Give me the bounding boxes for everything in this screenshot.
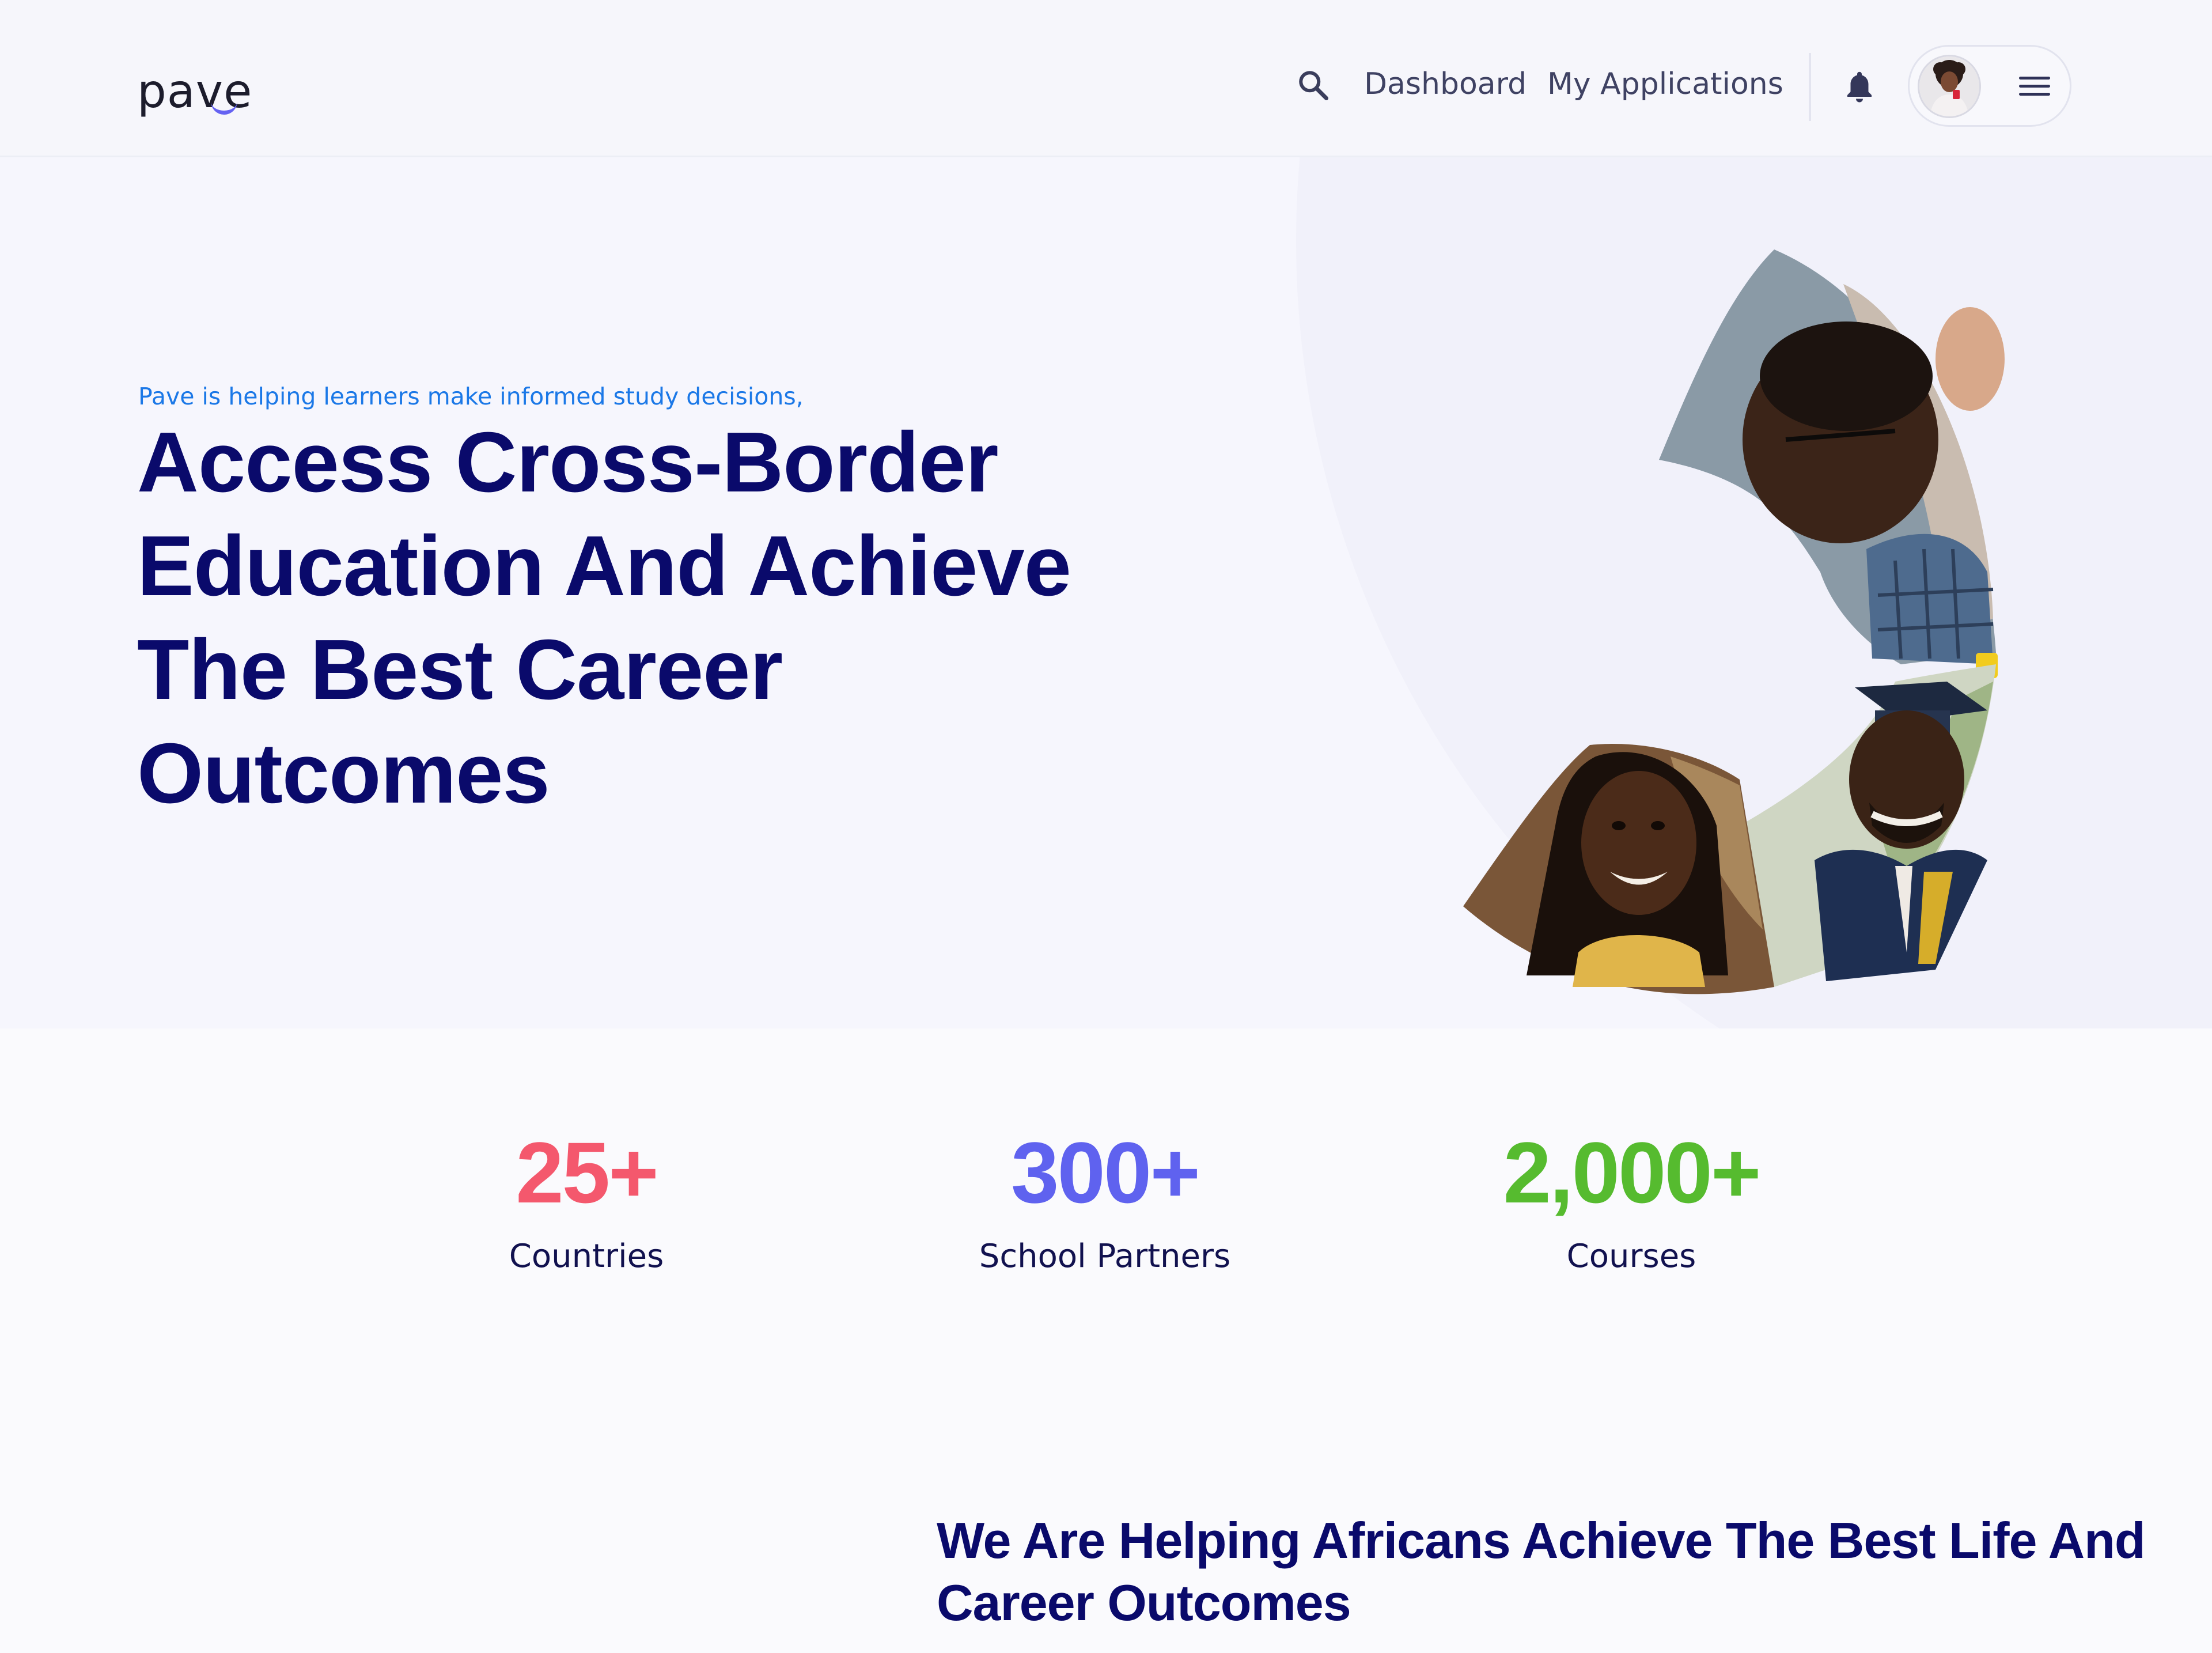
hero-photo-collage bbox=[1463, 249, 2005, 994]
nav-my-applications-link[interactable]: My Applications bbox=[1547, 67, 1783, 101]
graduate-photo bbox=[1740, 664, 1996, 987]
stat-label: School Partners bbox=[979, 1238, 1231, 1275]
stat-courses: 2,000+ Courses bbox=[1430, 1118, 1833, 1275]
students-photo bbox=[1659, 249, 2005, 678]
account-menu[interactable] bbox=[1908, 45, 2071, 127]
nav-divider bbox=[1809, 53, 1811, 121]
student-portrait-photo bbox=[1463, 744, 1774, 994]
hamburger-menu-icon[interactable] bbox=[2017, 70, 2052, 102]
stat-countries: 25+ Countries bbox=[385, 1118, 788, 1275]
section-title: We Are Helping Africans Achieve The Best… bbox=[937, 1512, 2146, 1631]
top-navbar: pave Dashboard My Applications bbox=[0, 0, 2212, 157]
stat-value: 300+ bbox=[1011, 1124, 1200, 1221]
bell-icon[interactable] bbox=[1842, 68, 1877, 106]
nav-dashboard-link[interactable]: Dashboard bbox=[1364, 67, 1527, 101]
stat-value: 25+ bbox=[516, 1124, 658, 1221]
hero-title: Access Cross-Border Education And Achiev… bbox=[137, 415, 1071, 821]
hero-kicker: Pave is helping learners make informed s… bbox=[138, 383, 804, 410]
stat-label: Countries bbox=[509, 1238, 664, 1275]
stat-school-partners: 300+ School Partners bbox=[903, 1118, 1306, 1275]
pave-logo[interactable]: pave bbox=[137, 65, 252, 118]
stat-label: Courses bbox=[1566, 1238, 1696, 1275]
hero-section: Pave is helping learners make informed s… bbox=[0, 157, 2212, 1028]
avatar[interactable] bbox=[1918, 55, 1981, 118]
stat-value: 2,000+ bbox=[1503, 1124, 1762, 1221]
search-icon[interactable] bbox=[1296, 68, 1331, 103]
